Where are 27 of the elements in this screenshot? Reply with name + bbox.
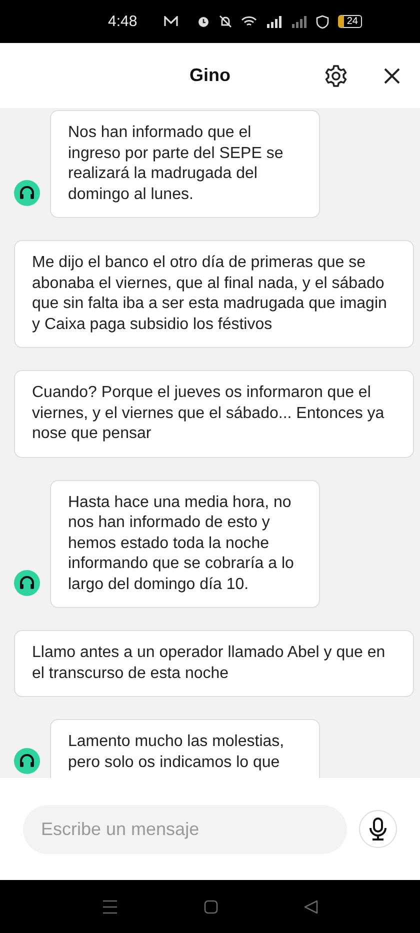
headset-avatar-icon xyxy=(14,180,40,206)
signal-icon xyxy=(266,16,282,28)
message-input-field[interactable]: Escribe un mensaje xyxy=(23,804,347,854)
close-icon[interactable] xyxy=(383,67,401,85)
message-bubble: Me dijo el banco el otro día de primeras que se abonaba el viernes, que al final nada, y el sábado que sin falta iba a ser esta madrugada que imagin y Caixa paga subsidio los féstivos xyxy=(14,240,414,348)
settings-icon[interactable] xyxy=(324,64,348,88)
message-bubble: Llamo antes a un operador llamado Abel y que en el transcurso de esta noche xyxy=(14,630,414,697)
headset-avatar-icon xyxy=(14,748,40,774)
message-bubble: Nos han informado que el ingreso por parte del SEPE se realizará la madrugada del domingo al lunes. xyxy=(50,110,320,218)
shield-icon xyxy=(316,14,329,28)
muted-bell-icon xyxy=(218,15,232,28)
m-logo-icon xyxy=(164,16,178,27)
microphone-button[interactable] xyxy=(359,810,397,848)
headset-avatar-icon xyxy=(14,570,40,596)
battery-indicator: 24 xyxy=(338,15,362,28)
microphone-icon xyxy=(368,817,388,841)
chat-title: Gino xyxy=(190,65,230,86)
alarm-clock-icon xyxy=(196,15,210,28)
message-bubble: Cuando? Porque el jueves os informaron que el viernes, y el viernes que el sábado... Entonces ya nose que pensar xyxy=(14,370,414,458)
signal-icon xyxy=(290,16,307,28)
wifi-icon xyxy=(240,16,257,28)
message-bubble: Lamento mucho las molestias, pero solo os indicamos lo que xyxy=(50,719,320,778)
back-icon[interactable] xyxy=(304,900,318,914)
message-bubble: Hasta hace una media hora, no nos han informado de esto y hemos estado toda la noche informando que se cobraría a lo largo del domingo día 10. xyxy=(50,480,320,608)
menu-icon[interactable] xyxy=(102,900,118,914)
status-time: 4:48 xyxy=(108,13,138,30)
home-icon[interactable] xyxy=(204,900,218,914)
